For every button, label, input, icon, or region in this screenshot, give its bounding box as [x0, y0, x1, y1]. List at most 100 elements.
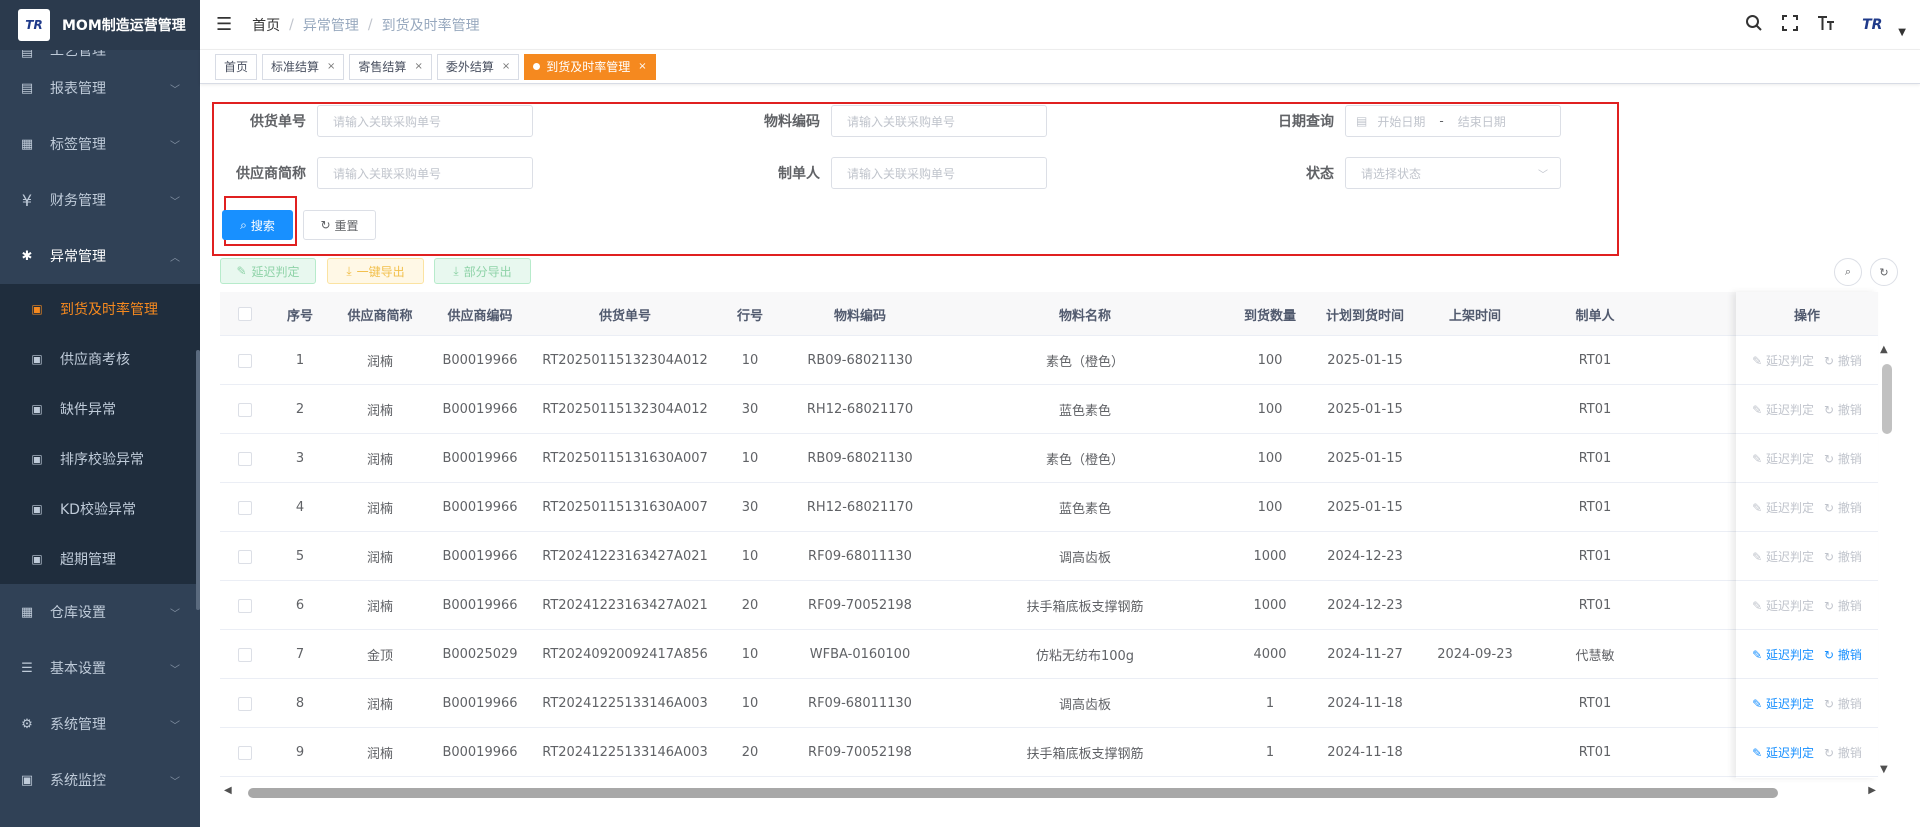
row-checkbox[interactable] — [238, 353, 252, 368]
search-icon[interactable] — [1744, 14, 1764, 37]
sidebar-item-finance[interactable]: ¥ 财务管理 ﹀ — [0, 172, 200, 228]
table-row[interactable]: 3 润楠 B00019966 RT20250115131630A007 10 RB09-6… — [220, 434, 1878, 483]
reset-button[interactable]: ↻ 重置 — [303, 210, 376, 240]
tag-arrival-rate[interactable]: 到货及时率管理 × — [524, 53, 656, 80]
sidebar-item-supplier-review[interactable]: ▣ 供应商考核 — [0, 334, 200, 384]
table-row[interactable]: 1 润楠 B00019966 RT20250115132304A012 10 RB09-6… — [220, 336, 1878, 385]
horizontal-scroll-thumb[interactable] — [248, 788, 1778, 798]
sidebar-item-label-mgmt[interactable]: ▦ 标签管理 ﹀ — [0, 116, 200, 172]
revoke-link[interactable]: ↻ 撤销 — [1824, 401, 1862, 418]
revoke-link[interactable]: ↻ 撤销 — [1824, 352, 1862, 369]
end-date-input[interactable]: 结束日期 — [1458, 113, 1506, 130]
chart-icon: ▣ — [31, 302, 43, 316]
delay-judge-link[interactable]: ✎ 延迟判定 — [1752, 499, 1814, 516]
sidebar-item-report[interactable]: ▤ 报表管理 ﹀ — [0, 60, 200, 116]
delay-judge-link[interactable]: ✎ 延迟判定 — [1752, 401, 1814, 418]
close-icon[interactable]: × — [638, 61, 646, 72]
edit-icon: ✎ — [1752, 452, 1766, 466]
avatar[interactable]: TR — [1852, 10, 1892, 40]
row-checkbox[interactable] — [238, 500, 252, 515]
refresh-icon: ↻ — [1824, 550, 1838, 564]
tag-consignment-settlement[interactable]: 寄售结算 × — [349, 53, 432, 80]
table-row[interactable]: 4 润楠 B00019966 RT20250115131630A007 30 RH12-6… — [220, 483, 1878, 532]
delay-judge-link[interactable]: ✎ 延迟判定 — [1752, 646, 1814, 663]
revoke-link[interactable]: ↻ 撤销 — [1824, 646, 1862, 663]
font-size-icon[interactable] — [1816, 14, 1836, 37]
row-checkbox[interactable] — [238, 549, 252, 564]
sidebar-item-exception[interactable]: ✱ 异常管理 ︿ — [0, 228, 200, 284]
revoke-link[interactable]: ↻ 撤销 — [1824, 450, 1862, 467]
sidebar-item-overdue[interactable]: ▣ 超期管理 — [0, 534, 200, 584]
revoke-link[interactable]: ↻ 撤销 — [1824, 695, 1862, 712]
sidebar-item-sort-check[interactable]: ▣ 排序校验异常 — [0, 434, 200, 484]
breadcrumb-home[interactable]: 首页 — [252, 15, 280, 35]
revoke-link[interactable]: ↻ 撤销 — [1824, 597, 1862, 614]
table-row[interactable]: 2 润楠 B00019966 RT20250115132304A012 30 RH12-6… — [220, 385, 1878, 434]
delay-judge-link[interactable]: ✎ 延迟判定 — [1752, 597, 1814, 614]
date-range-picker[interactable]: ▤ 开始日期 - 结束日期 — [1345, 105, 1561, 137]
table-horizontal-scrollbar[interactable]: ◀ ▶ — [220, 785, 1880, 801]
hamburger-icon[interactable]: ☰ — [216, 14, 232, 35]
toggle-search-button[interactable]: ⌕ — [1834, 258, 1862, 286]
tag-home[interactable]: 首页 — [215, 53, 258, 80]
delay-judge-link[interactable]: ✎ 延迟判定 — [1752, 695, 1814, 712]
delay-judge-link[interactable]: ✎ 延迟判定 — [1752, 548, 1814, 565]
table-row[interactable]: 5 润楠 B00019966 RT20241223163427A021 10 RF09-6… — [220, 532, 1878, 581]
sidebar-item-monitor[interactable]: ▣ 系统监控 ﹀ — [0, 752, 200, 808]
delay-judge-link[interactable]: ✎ 延迟判定 — [1752, 744, 1814, 761]
chart-icon: ▣ — [31, 552, 43, 566]
sidebar-item-process[interactable]: ▤ 工艺管理 — [0, 50, 200, 60]
table-row[interactable]: 9 润楠 B00019966 RT20241225133146A003 20 RF09-7… — [220, 728, 1878, 777]
fullscreen-icon[interactable] — [1780, 14, 1800, 37]
close-icon[interactable]: × — [414, 61, 422, 72]
table-vertical-scrollbar[interactable]: ▲ ▼ — [1880, 336, 1892, 776]
search-button[interactable]: ⌕ 搜索 — [222, 210, 293, 240]
row-checkbox[interactable] — [238, 451, 252, 466]
scroll-up-icon[interactable]: ▲ — [1880, 344, 1888, 355]
row-checkbox[interactable] — [238, 598, 252, 613]
refresh-table-button[interactable]: ↻ — [1870, 258, 1898, 286]
status-select[interactable]: 请选择状态 ﹀ — [1345, 157, 1561, 189]
revoke-link[interactable]: ↻ 撤销 — [1824, 548, 1862, 565]
delay-judge-label: 延迟判定 — [1765, 403, 1814, 417]
row-checkbox[interactable] — [238, 745, 252, 760]
table-row[interactable]: 6 润楠 B00019966 RT20241223163427A021 20 RF09-7… — [220, 581, 1878, 630]
supply-no-input[interactable]: 请输入关联采购单号 — [317, 105, 533, 137]
delay-judge-link[interactable]: ✎ 延迟判定 — [1752, 450, 1814, 467]
row-checkbox[interactable] — [238, 647, 252, 662]
material-code-input[interactable]: 请输入关联采购单号 — [831, 105, 1047, 137]
sidebar-item-basic[interactable]: ☰ 基本设置 ﹀ — [0, 640, 200, 696]
sidebar-item-system[interactable]: ⚙ 系统管理 ﹀ — [0, 696, 200, 752]
export-all-button[interactable]: ⤓ 一键导出 — [327, 258, 424, 284]
table-row[interactable]: 7 金顶 B00025029 RT20240920092417A856 10 WFBA-0… — [220, 630, 1878, 679]
sidebar-item-arrival-rate[interactable]: ▣ 到货及时率管理 — [0, 284, 200, 334]
close-icon[interactable]: × — [502, 61, 510, 72]
table-row[interactable]: 8 润楠 B00019966 RT20241225133146A003 10 RF09-6… — [220, 679, 1878, 728]
breadcrumb-exception[interactable]: 异常管理 — [303, 15, 359, 35]
supplier-short-input[interactable]: 请输入关联采购单号 — [317, 157, 533, 189]
close-icon[interactable]: × — [327, 61, 335, 72]
tag-outsourcing-settlement[interactable]: 委外结算 × — [436, 53, 520, 80]
scroll-left-icon[interactable]: ◀ — [224, 785, 232, 796]
cell-order: RT20241223163427A021 — [542, 598, 708, 613]
sidebar-scrollbar[interactable] — [196, 350, 200, 610]
vertical-scroll-thumb[interactable] — [1882, 364, 1892, 434]
sidebar-item-shortage[interactable]: ▣ 缺件异常 — [0, 384, 200, 434]
export-partial-button[interactable]: ⤓ 部分导出 — [434, 258, 531, 284]
start-date-input[interactable]: 开始日期 — [1377, 113, 1425, 130]
revoke-link[interactable]: ↻ 撤销 — [1824, 499, 1862, 516]
select-all-checkbox[interactable] — [238, 307, 252, 321]
delay-judge-button[interactable]: ✎ 延迟判定 — [220, 258, 316, 284]
creator-input[interactable]: 请输入关联采购单号 — [831, 157, 1047, 189]
sidebar-item-kd-check[interactable]: ▣ KD校验异常 — [0, 484, 200, 534]
row-checkbox[interactable] — [238, 402, 252, 417]
scroll-down-icon[interactable]: ▼ — [1880, 764, 1888, 775]
delay-judge-label: 延迟判定 — [1765, 648, 1814, 662]
caret-down-icon[interactable]: ▼ — [1898, 27, 1906, 38]
tag-standard-settlement[interactable]: 标准结算 × — [262, 53, 345, 80]
delay-judge-link[interactable]: ✎ 延迟判定 — [1752, 352, 1814, 369]
revoke-link[interactable]: ↻ 撤销 — [1824, 744, 1862, 761]
sidebar-item-warehouse[interactable]: ▦ 仓库设置 ﹀ — [0, 584, 200, 640]
row-checkbox[interactable] — [238, 696, 252, 711]
scroll-right-icon[interactable]: ▶ — [1868, 785, 1876, 796]
